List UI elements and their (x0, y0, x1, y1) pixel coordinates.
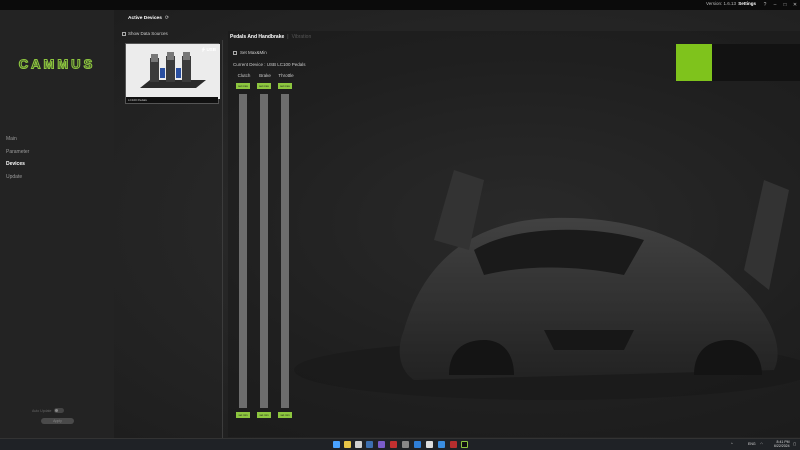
sidebar-item-devices[interactable]: Devices (6, 158, 29, 171)
vertical-divider (222, 40, 223, 438)
version-label: Version: 1.6.13 (705, 1, 736, 6)
set-max-min-row: Set Max&Min (233, 50, 267, 55)
app-icon[interactable] (355, 441, 362, 448)
clutch-bar (239, 94, 247, 408)
usb-icon: ⭍ (201, 47, 206, 52)
throttle-set-min-button[interactable]: set min (278, 412, 292, 418)
app-icon[interactable] (426, 441, 433, 448)
pedals-panel: Pedals And Handbrake | Vibration Set Max… (228, 31, 800, 437)
pedal-name-throttle: Throttle (278, 73, 294, 78)
auto-update-row: Auto Update (32, 408, 65, 413)
show-data-sources-label: Show Data Sources (128, 31, 168, 36)
sidebar: CAMMUS Main Parameter Devices Update Aut… (0, 10, 116, 444)
clutch-set-max-button[interactable]: set max (236, 83, 250, 89)
auto-update-toggle[interactable] (54, 408, 65, 413)
help-icon[interactable]: ? (760, 0, 770, 10)
brake-set-max-button[interactable]: set max (257, 83, 271, 89)
pedal-column-throttle: Throttle (278, 73, 294, 78)
pedal-column-brake: Brake (257, 73, 273, 78)
accent-square (676, 44, 712, 81)
close-icon[interactable]: ✕ (790, 0, 800, 10)
start-icon[interactable] (333, 441, 340, 448)
active-devices-header: Active Devices ⟳ (128, 15, 169, 21)
steam-icon[interactable] (366, 441, 373, 448)
app-icon[interactable] (450, 441, 457, 448)
notification-icon[interactable]: ▢ (793, 442, 796, 446)
set-max-min-checkbox[interactable] (233, 50, 237, 55)
auto-update-label: Auto Update (32, 408, 52, 413)
sidebar-nav: Main Parameter Devices Update (6, 133, 29, 183)
maximize-icon[interactable]: □ (780, 0, 790, 10)
panel-tabs: Pedals And Handbrake | Vibration (230, 34, 311, 40)
sidebar-item-main[interactable]: Main (6, 133, 29, 146)
tab-vibration[interactable]: Vibration (292, 34, 312, 40)
sidebar-item-update[interactable]: Update (6, 171, 29, 184)
settings-icon[interactable] (402, 441, 409, 448)
current-device-label: Current Device : USB LC100 Pedals (233, 62, 306, 67)
date-label: 6/22/2024 (774, 444, 790, 448)
usb-label: USB (206, 47, 216, 52)
pedal-column-clutch: Clutch (236, 73, 252, 78)
title-bar: Version: 1.6.13 Settings ? – □ ✕ (0, 0, 800, 10)
usb-badge: ⭍ USB (201, 46, 216, 54)
clutch-set-min-button[interactable]: set min (236, 412, 250, 418)
throttle-bar (281, 94, 289, 408)
refresh-icon[interactable]: ⟳ (165, 15, 169, 21)
taskbar: ^ ENG ◠ 8:41 PM 6/22/2024 ▢ (0, 438, 800, 450)
tab-separator: | (287, 34, 289, 40)
app-icon[interactable] (438, 441, 445, 448)
show-data-sources-checkbox[interactable] (122, 31, 126, 36)
discord-icon[interactable] (378, 441, 385, 448)
cammus-logo: CAMMUS (18, 58, 96, 70)
language-indicator[interactable]: ENG (748, 442, 756, 446)
show-data-sources-row: Show Data Sources (122, 31, 168, 36)
apply-button[interactable]: Apply (41, 418, 74, 424)
wifi-icon[interactable]: ◠ (760, 442, 763, 446)
clock[interactable]: 8:41 PM 6/22/2024 (774, 440, 790, 448)
logo-text: CAMMUS (19, 58, 96, 70)
tray-chevron-icon[interactable]: ^ (731, 442, 733, 446)
cammus-taskbar-icon[interactable] (461, 441, 468, 448)
main-area: Active Devices ⟳ Show Data Sources ⭍ USB… (114, 10, 800, 438)
brake-set-min-button[interactable]: set min (257, 412, 271, 418)
tab-pedals-and-handbrake[interactable]: Pedals And Handbrake (230, 34, 284, 40)
file-explorer-icon[interactable] (344, 441, 351, 448)
set-max-min-label: Set Max&Min (240, 50, 267, 55)
throttle-set-max-button[interactable]: set max (278, 83, 292, 89)
dark-overlay-box (712, 44, 800, 81)
device-card-name: LC100 Pedals (126, 97, 218, 103)
minimize-icon[interactable]: – (770, 0, 780, 10)
active-devices-label: Active Devices (128, 15, 162, 21)
settings-button[interactable]: Settings (738, 1, 756, 6)
app-icon[interactable] (390, 441, 397, 448)
device-card[interactable]: ⭍ USB LC100 Pedals (125, 43, 220, 104)
sidebar-item-parameter[interactable]: Parameter (6, 146, 29, 159)
app-icon[interactable] (414, 441, 421, 448)
brake-bar (260, 94, 268, 408)
